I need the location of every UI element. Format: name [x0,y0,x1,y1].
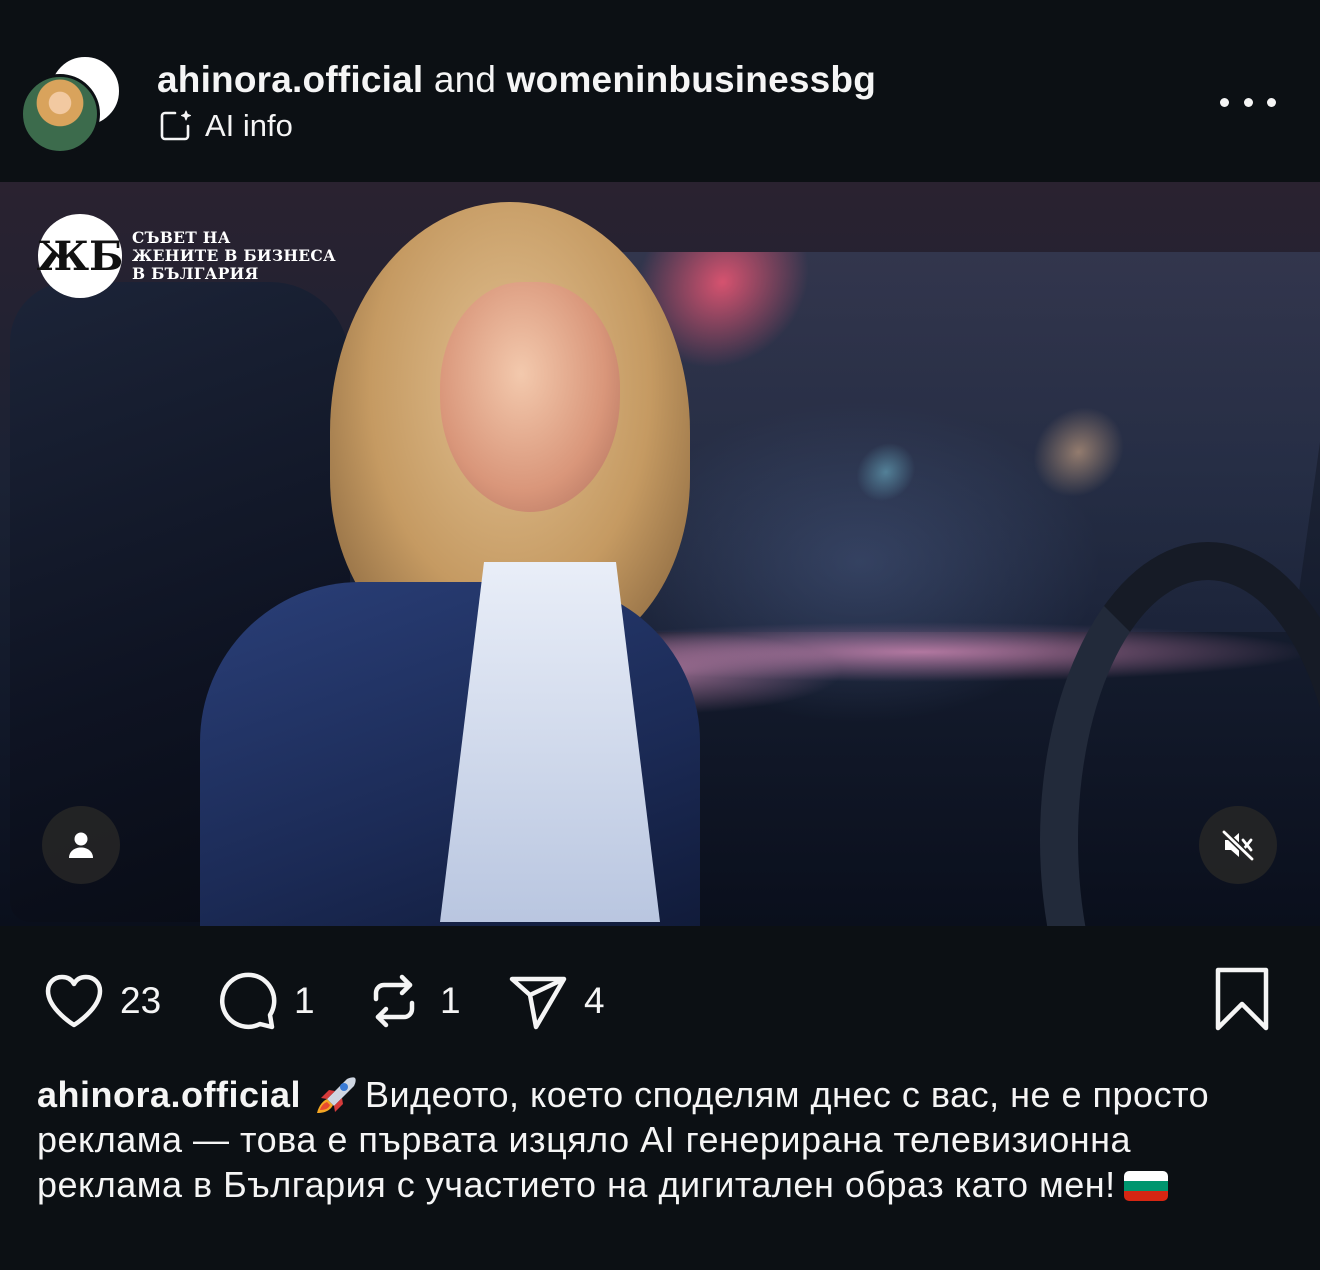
ahinora-avatar[interactable] [20,74,100,154]
comment-bubble-icon [219,972,277,1030]
author-primary-link[interactable]: ahinora.official [157,59,423,100]
repost-count: 1 [440,980,461,1021]
collab-avatars[interactable] [20,52,122,154]
repost-icon [373,974,415,1028]
post-header: ahinora.official and womeninbusinessbg A… [0,0,1320,182]
more-dot [1267,97,1276,107]
post-authors: ahinora.official and womeninbusinessbg [157,58,876,102]
video-woman-face [440,282,620,512]
share-button[interactable]: 4 [506,966,605,1036]
rocket-emoji-icon [317,1077,356,1113]
video-watermark: ЖБ СЪВЕТ НА ЖЕНИТЕ В БИЗНЕСА В БЪЛГАРИЯ [37,212,336,300]
mute-toggle-button[interactable] [1199,806,1277,884]
paper-plane-icon [509,976,567,1030]
watermark-line: СЪВЕТ НА [132,228,231,247]
comment-count: 1 [294,980,315,1021]
more-dot [1220,97,1229,107]
comment-button[interactable]: 1 [216,966,315,1036]
watermark-line: ЖЕНИТЕ В БИЗНЕСА [132,246,336,265]
repost-button[interactable]: 1 [362,966,461,1036]
author-joiner: and [433,59,497,100]
ai-info-button[interactable]: AI info [157,106,293,146]
bulgarian-flag-emoji-icon [1123,1171,1168,1201]
more-options-button[interactable] [1220,88,1276,116]
like-count: 23 [120,980,162,1021]
share-count: 4 [584,980,605,1021]
post-actions-bar: 23 1 1 4 [0,926,1320,1066]
watermark-text: СЪВЕТ НА ЖЕНИТЕ В БИЗНЕСА В БЪЛГАРИЯ [132,229,336,283]
heart-icon [45,974,103,1028]
tagged-people-button[interactable] [42,806,120,884]
speaker-muted-icon [1221,829,1255,862]
ai-sparkle-icon [160,110,191,141]
more-dot [1243,97,1253,107]
post-caption: ahinora.official Видеото, което споделям… [37,1072,1277,1207]
caption-username-link[interactable]: ahinora.official [37,1074,301,1115]
author-secondary-link[interactable]: womeninbusinessbg [507,59,876,100]
person-icon [69,832,93,858]
watermark-line: В БЪЛГАРИЯ [132,264,259,283]
ai-info-label: AI info [205,108,293,143]
bookmark-icon[interactable] [1212,966,1272,1032]
like-button[interactable]: 23 [42,966,161,1036]
watermark-logo: ЖБ [37,214,123,298]
